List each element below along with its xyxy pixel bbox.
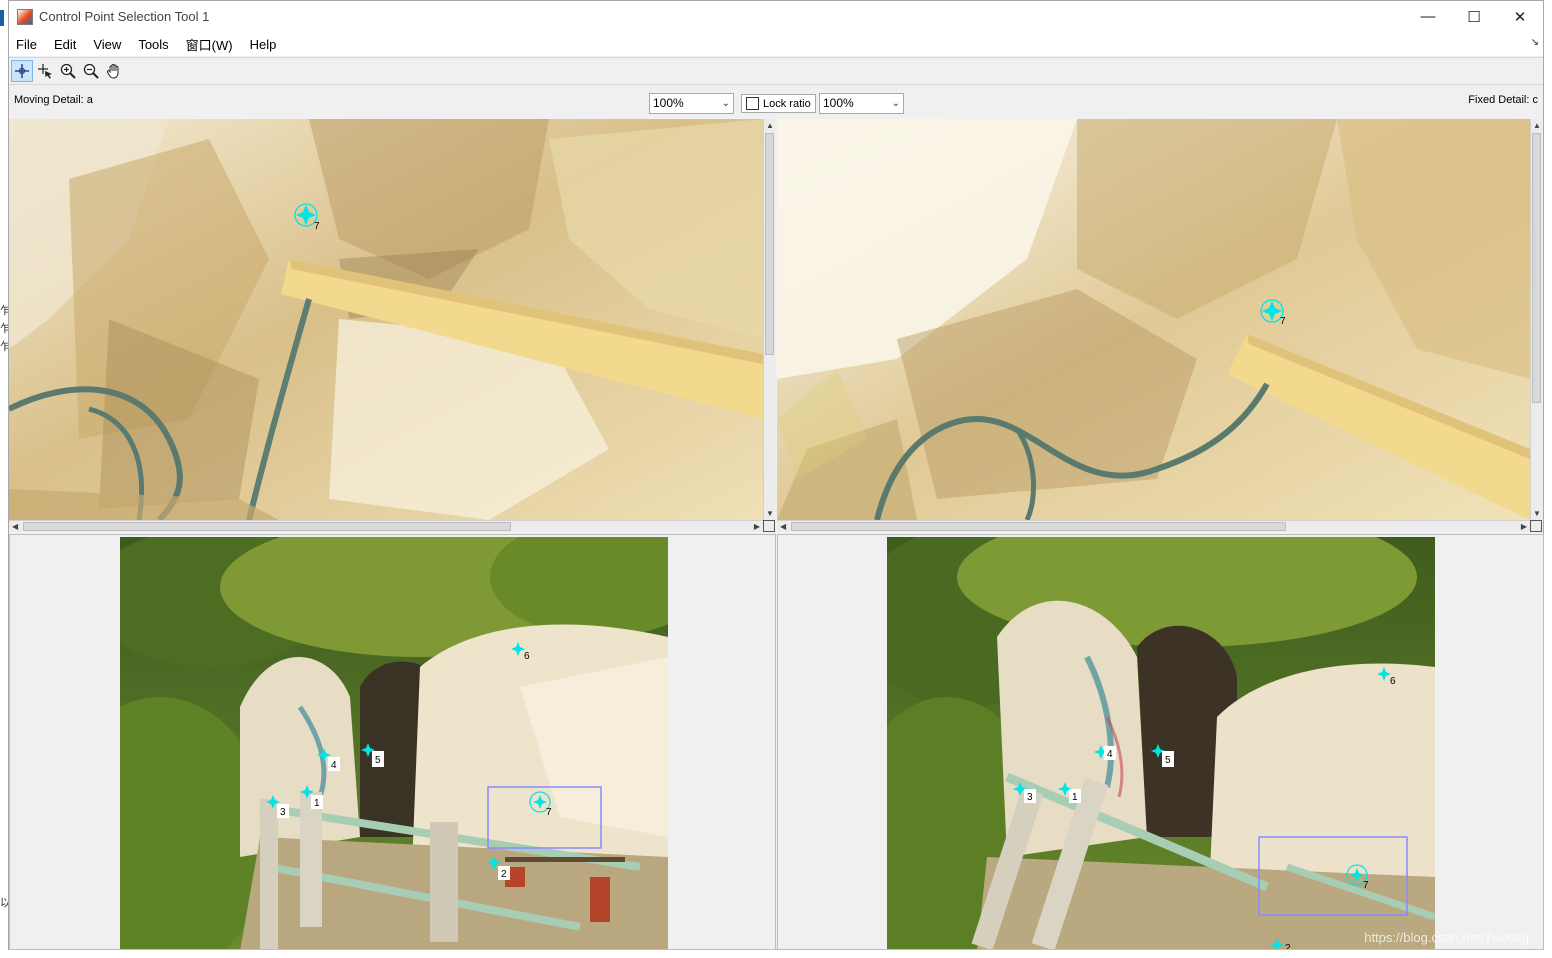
fixed-zoom-select[interactable]: 100% ⌄ bbox=[819, 93, 904, 114]
fixed-detail-image[interactable]: 7 bbox=[777, 119, 1530, 520]
control-point-label: 7 bbox=[546, 807, 552, 818]
control-point-label: 5 bbox=[375, 755, 381, 766]
fixed-overview-panel: 1 2 3 4 5 6 7 https://blog.csdn.net/Twos… bbox=[777, 534, 1544, 950]
menu-view[interactable]: View bbox=[93, 37, 129, 52]
fixed-detail-points-layer: 7 bbox=[1260, 299, 1286, 327]
chevron-down-icon: ⌄ bbox=[891, 98, 900, 109]
lock-ratio-label: Lock ratio bbox=[763, 97, 811, 110]
control-point-marker[interactable]: 5 bbox=[1151, 744, 1174, 767]
scroll-down-icon[interactable]: ▼ bbox=[766, 509, 774, 518]
moving-zoom-value: 100% bbox=[653, 96, 684, 110]
watermark-text: https://blog.csdn.net/Twosag bbox=[1364, 930, 1529, 945]
control-point-label: 3 bbox=[1027, 792, 1033, 803]
checkbox-box[interactable] bbox=[746, 97, 759, 110]
pan-button[interactable] bbox=[103, 60, 125, 82]
fixed-detail-label: Fixed Detail: c bbox=[1468, 94, 1538, 106]
zoom-out-icon bbox=[83, 63, 99, 79]
moving-zoom-select[interactable]: 100% ⌄ bbox=[649, 93, 734, 114]
menu-window[interactable]: 窗口(W) bbox=[186, 35, 241, 54]
desktop-strip bbox=[0, 0, 8, 958]
window-controls: — ☐ ✕ bbox=[1405, 1, 1543, 32]
moving-detail-points-layer: 7 bbox=[294, 203, 320, 232]
zoom-control-bar: Moving Detail: a 100% ⌄ Lock ratio 100% … bbox=[9, 86, 1543, 118]
menu-help[interactable]: Help bbox=[250, 37, 285, 52]
zoom-in-button[interactable] bbox=[57, 60, 79, 82]
menu-bar: File Edit View Tools 窗口(W) Help bbox=[9, 32, 1543, 56]
select-point-icon bbox=[38, 64, 52, 79]
fixed-zoom-value: 100% bbox=[823, 96, 854, 110]
control-point-label: 2 bbox=[1285, 943, 1291, 950]
control-point-marker[interactable]: 3 bbox=[1013, 782, 1036, 803]
moving-detail-hscroll[interactable]: ◀ ▶ bbox=[9, 520, 763, 532]
maximize-button[interactable]: ☐ bbox=[1451, 1, 1497, 32]
lock-ratio-checkbox[interactable]: Lock ratio bbox=[741, 94, 816, 113]
control-point-label: 6 bbox=[1390, 676, 1396, 687]
zoom-in-icon bbox=[60, 63, 76, 79]
control-point-marker[interactable]: 6 bbox=[511, 642, 530, 662]
menu-file[interactable]: File bbox=[16, 37, 45, 52]
control-point-marker[interactable]: 2 bbox=[1270, 938, 1291, 950]
control-point-label: 2 bbox=[501, 869, 507, 880]
hand-icon bbox=[106, 64, 119, 79]
cpselect-window: Control Point Selection Tool 1 — ☐ ✕ Fil… bbox=[8, 0, 1544, 950]
scroll-left-icon[interactable]: ◀ bbox=[12, 522, 18, 531]
moving-detail-vscroll[interactable]: ▲ ▼ bbox=[763, 119, 775, 520]
moving-overview-panel: 1 2 3 4 5 6 7 bbox=[9, 534, 776, 950]
matlab-icon bbox=[17, 8, 33, 25]
scroll-down-icon[interactable]: ▼ bbox=[1533, 509, 1541, 518]
toolbar bbox=[9, 57, 1543, 85]
add-point-button[interactable] bbox=[11, 60, 33, 82]
scroll-right-icon[interactable]: ▶ bbox=[1521, 522, 1527, 531]
control-point-label: 3 bbox=[280, 807, 286, 818]
scroll-right-icon[interactable]: ▶ bbox=[754, 522, 760, 531]
window-title: Control Point Selection Tool 1 bbox=[39, 9, 210, 24]
control-point-label: 7 bbox=[1363, 880, 1369, 891]
fixed-detail-vscroll[interactable]: ▲ ▼ bbox=[1530, 119, 1542, 520]
moving-detail-image[interactable]: 7 bbox=[9, 119, 763, 520]
control-point-label: 4 bbox=[1107, 749, 1113, 760]
control-point-marker[interactable]: 7 bbox=[1346, 864, 1369, 891]
scroll-corner bbox=[1530, 520, 1542, 532]
scroll-up-icon[interactable]: ▲ bbox=[1533, 121, 1541, 130]
scroll-left-icon[interactable]: ◀ bbox=[780, 522, 786, 531]
fixed-overview-points-layer: 1 2 3 4 5 6 7 bbox=[1013, 667, 1396, 950]
menu-tools[interactable]: Tools bbox=[138, 37, 176, 52]
desktop-blue-edge bbox=[0, 10, 4, 26]
moving-detail-label: Moving Detail: a bbox=[14, 94, 93, 106]
close-button[interactable]: ✕ bbox=[1497, 1, 1543, 32]
control-point-label: 1 bbox=[1072, 792, 1078, 803]
control-point-marker[interactable]: 1 bbox=[1058, 782, 1081, 803]
control-point-marker[interactable]: 4 bbox=[317, 748, 340, 771]
moving-overview-points-layer: 1 2 3 4 5 6 7 bbox=[266, 642, 552, 880]
scroll-thumb[interactable] bbox=[23, 522, 511, 531]
control-point-label: 4 bbox=[331, 760, 337, 771]
scroll-corner bbox=[763, 520, 775, 532]
fixed-detail-hscroll[interactable]: ◀ ▶ bbox=[777, 520, 1530, 532]
control-point-label: 7 bbox=[314, 221, 320, 232]
control-point-marker[interactable]: 1 bbox=[300, 785, 323, 809]
select-point-button[interactable] bbox=[34, 60, 56, 82]
menu-edit[interactable]: Edit bbox=[54, 37, 84, 52]
menu-dock-arrow-icon[interactable]: ↘ bbox=[1531, 37, 1539, 48]
chevron-down-icon: ⌄ bbox=[721, 98, 730, 109]
control-point-label: 7 bbox=[1280, 316, 1286, 327]
scroll-thumb[interactable] bbox=[1532, 133, 1541, 403]
control-point-marker[interactable]: 7 bbox=[529, 791, 552, 818]
minimize-button[interactable]: — bbox=[1405, 1, 1451, 32]
scroll-thumb[interactable] bbox=[791, 522, 1286, 531]
control-point-label: 1 bbox=[314, 798, 320, 809]
control-point-marker[interactable]: 2 bbox=[487, 856, 510, 880]
control-point-label: 5 bbox=[1165, 755, 1171, 766]
control-point-marker[interactable]: 4 bbox=[1094, 745, 1116, 760]
title-bar[interactable]: Control Point Selection Tool 1 — ☐ ✕ bbox=[9, 1, 1543, 32]
zoom-out-button[interactable] bbox=[80, 60, 102, 82]
add-point-icon bbox=[15, 64, 29, 78]
control-point-marker[interactable]: 6 bbox=[1377, 667, 1396, 687]
control-point-marker[interactable]: 5 bbox=[361, 743, 384, 767]
control-point-label: 6 bbox=[524, 651, 530, 662]
scroll-up-icon[interactable]: ▲ bbox=[766, 121, 774, 130]
control-point-marker[interactable]: 3 bbox=[266, 795, 289, 818]
scroll-thumb[interactable] bbox=[765, 133, 774, 355]
